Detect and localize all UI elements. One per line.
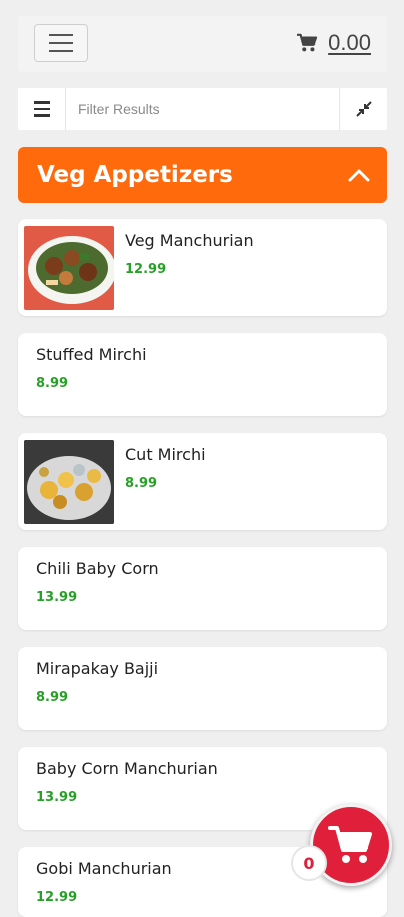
cart-total[interactable]: 0.00 [296,30,371,56]
item-name: Stuffed Mirchi [36,345,147,364]
item-price: 8.99 [36,376,69,391]
shopping-cart-icon [328,826,372,863]
item-price: 8.99 [36,690,69,705]
menu-button[interactable] [34,24,88,62]
menu-item-card[interactable]: Mirapakay Bajji 8.99 [18,647,387,730]
list-icon [33,101,50,104]
item-name: Baby Corn Manchurian [36,759,218,778]
item-image [24,440,114,524]
menu-item-card[interactable]: Cut Mirchi 8.99 [18,433,387,530]
item-price: 13.99 [36,790,78,805]
item-name: Gobi Manchurian [36,859,172,878]
collapse-button[interactable] [339,88,387,130]
item-price: 13.99 [36,590,78,605]
cart-icon [297,33,318,52]
category-header[interactable]: Veg Appetizers [18,147,387,203]
menu-item-card[interactable]: Chili Baby Corn 13.99 [18,547,387,630]
top-header: 0.00 [18,16,387,72]
filter-bar [18,88,387,130]
item-image [24,226,114,310]
item-price: 8.99 [125,476,158,491]
cart-count-badge: 0 [291,845,327,881]
item-price: 12.99 [125,262,167,277]
item-name: Veg Manchurian [125,231,254,250]
item-price: 12.99 [36,890,78,905]
filter-input[interactable] [66,88,339,130]
chevron-up-icon[interactable] [347,167,371,183]
menu-item-card[interactable]: Stuffed Mirchi 8.99 [18,333,387,416]
menu-icon [49,34,73,36]
cart-total-amount[interactable]: 0.00 [328,30,371,56]
menu-item-card[interactable]: Veg Manchurian 12.99 [18,219,387,316]
item-name: Cut Mirchi [125,445,206,464]
collapse-icon [355,101,372,117]
category-title: Veg Appetizers [37,162,233,188]
item-name: Chili Baby Corn [36,559,159,578]
item-name: Mirapakay Bajji [36,659,159,678]
filter-menu-button[interactable] [18,88,66,130]
